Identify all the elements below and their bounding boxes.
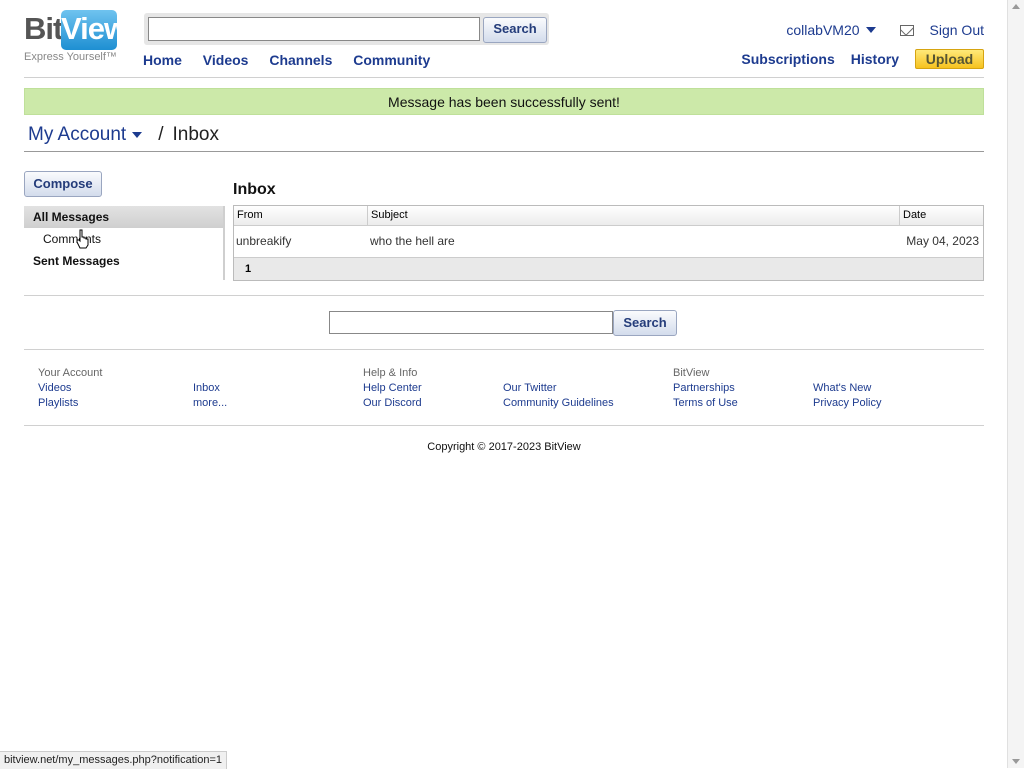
breadcrumb-separator: / [158, 124, 164, 145]
scroll-down-icon[interactable] [1012, 759, 1020, 764]
nav-channels[interactable]: Channels [269, 52, 332, 68]
footer-heading [193, 366, 227, 381]
bottom-search-input[interactable] [329, 311, 613, 334]
page-number[interactable]: 1 [245, 263, 251, 275]
bottom-search-button[interactable]: Search [613, 310, 677, 336]
logo-text-bit: Bit [24, 11, 63, 46]
folder-all-messages[interactable]: All Messages [24, 206, 224, 228]
chevron-down-icon[interactable] [132, 132, 143, 138]
scroll-up-icon[interactable] [1012, 4, 1020, 9]
main-nav: Home Videos Channels Community [143, 52, 447, 68]
table-row[interactable]: unbreakify who the hell are May 04, 2023 [234, 226, 983, 258]
nav-videos[interactable]: Videos [203, 52, 249, 68]
compose-button[interactable]: Compose [24, 171, 102, 197]
footer-link-discord[interactable]: Our Discord [363, 396, 422, 411]
username-menu[interactable]: collabVM20 [786, 22, 859, 38]
footer-link-terms[interactable]: Terms of Use [673, 396, 738, 411]
folder-comments[interactable]: Comments [24, 228, 224, 250]
footer-heading: BitView [673, 367, 710, 379]
footer-link-partnerships[interactable]: Partnerships [673, 381, 738, 396]
footer-heading: Your Account [38, 367, 103, 379]
inbox-title: Inbox [233, 181, 276, 198]
mail-icon[interactable] [899, 24, 914, 36]
nav-community[interactable]: Community [353, 52, 430, 68]
hand-cursor-icon [76, 229, 89, 249]
footer-divider [24, 349, 984, 350]
message-subject[interactable]: who the hell are [368, 226, 900, 257]
footer-col-account: Your Account Videos Playlists [38, 366, 102, 411]
chevron-down-icon[interactable] [865, 27, 876, 33]
footer-col-help-2: Our Twitter Community Guidelines [503, 366, 614, 411]
message-folders: All Messages Comments Sent Messages [24, 206, 224, 272]
breadcrumb-divider [24, 151, 984, 152]
footer-heading: Help & Info [363, 367, 418, 379]
logo-tagline: Express Yourself™ [24, 51, 117, 63]
search-button[interactable]: Search [483, 17, 547, 43]
message-date: May 04, 2023 [906, 234, 979, 248]
footer-link-inbox[interactable]: Inbox [193, 381, 227, 396]
sidebar-divider [223, 206, 225, 280]
inbox-table: From Subject Date unbreakify who the hel… [233, 205, 984, 281]
header-divider [24, 77, 984, 78]
nav-home[interactable]: Home [143, 52, 182, 68]
nav-history[interactable]: History [851, 51, 899, 67]
footer-col-bitview: BitView Partnerships Terms of Use [673, 366, 738, 411]
logo-text-view: View [61, 10, 128, 50]
footer-link-privacy[interactable]: Privacy Policy [813, 396, 881, 411]
footer-link-whats-new[interactable]: What's New [813, 381, 881, 396]
vertical-scrollbar[interactable] [1007, 0, 1024, 768]
breadcrumb-my-account[interactable]: My Account [28, 124, 126, 146]
footer-col-account-2: Inbox more... [193, 366, 227, 411]
folder-sent-messages[interactable]: Sent Messages [24, 250, 224, 272]
user-area: collabVM20 Sign Out [786, 22, 984, 38]
footer-link-twitter[interactable]: Our Twitter [503, 381, 614, 396]
sign-out-link[interactable]: Sign Out [930, 22, 984, 38]
header-search: Search [144, 13, 549, 45]
copyright-divider [24, 425, 984, 426]
bitview-logo[interactable]: Bit View Express Yourself™ [24, 10, 128, 65]
footer-heading [813, 366, 881, 381]
column-header-date[interactable]: Date [900, 206, 983, 225]
breadcrumb-current: Inbox [172, 124, 219, 145]
footer-heading [503, 366, 614, 381]
footer-link-videos[interactable]: Videos [38, 381, 102, 396]
footer-link-help-center[interactable]: Help Center [363, 381, 422, 396]
table-header: From Subject Date [234, 206, 983, 226]
footer-col-help: Help & Info Help Center Our Discord [363, 366, 422, 411]
footer-link-more[interactable]: more... [193, 396, 227, 411]
upload-button[interactable]: Upload [915, 49, 984, 69]
column-header-subject[interactable]: Subject [368, 206, 900, 225]
breadcrumb: My Account / Inbox [28, 124, 219, 146]
column-header-from[interactable]: From [234, 206, 368, 225]
footer-link-guidelines[interactable]: Community Guidelines [503, 396, 614, 411]
success-notice: Message has been successfully sent! [24, 88, 984, 115]
search-input[interactable] [148, 17, 480, 41]
footer-link-playlists[interactable]: Playlists [38, 396, 102, 411]
content-divider [24, 295, 984, 296]
pagination: 1 [234, 258, 983, 280]
nav-subscriptions[interactable]: Subscriptions [741, 51, 834, 67]
copyright: Copyright © 2017-2023 BitView [427, 441, 581, 453]
footer-col-bitview-2: What's New Privacy Policy [813, 366, 881, 411]
secondary-nav: Subscriptions History Upload [725, 49, 984, 69]
message-from[interactable]: unbreakify [234, 226, 368, 257]
browser-status-bar: bitview.net/my_messages.php?notification… [0, 751, 227, 769]
